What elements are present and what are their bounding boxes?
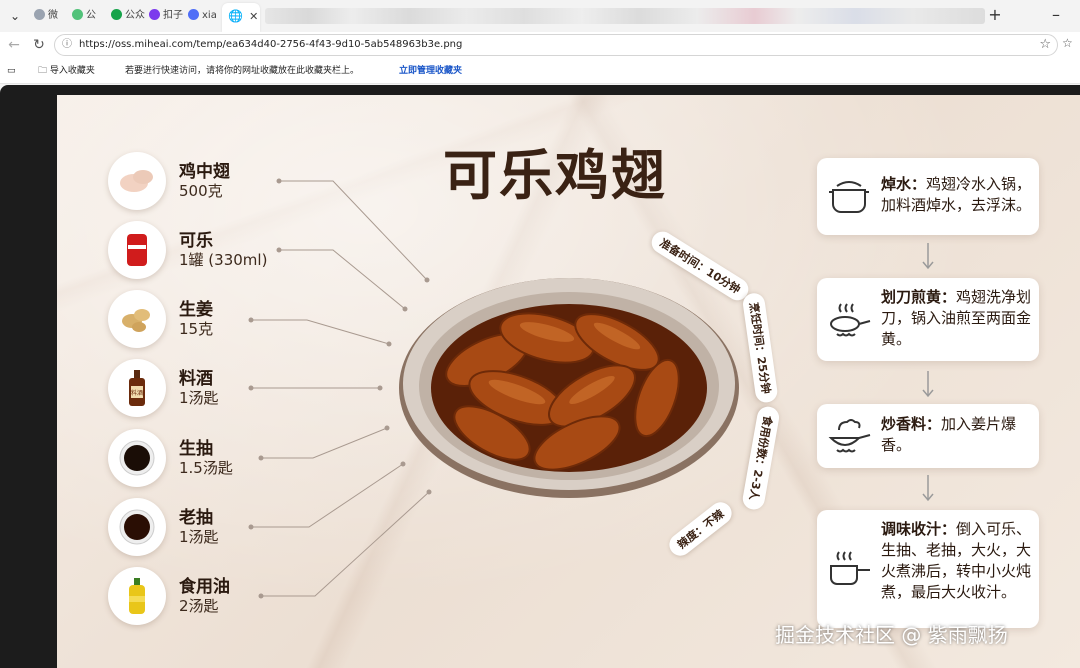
- tab-bar: ⌄ 微 公 公众 扣子 xia 🌐 ✕ + –: [0, 0, 1080, 32]
- address-bar: ← ↻ ⓘ https://oss.miheai.com/temp/ea634d…: [0, 32, 1080, 59]
- tab-2[interactable]: 公: [72, 5, 106, 27]
- ingredient-cooking-oil: 食用油 2汤匙: [108, 567, 348, 627]
- page-viewport: 可乐鸡翅 鸡中翅 500克 可乐 1罐 (330ml) 生姜 15克 料酒 料酒…: [0, 85, 1080, 668]
- tab-favicon: [149, 9, 160, 20]
- favorite-star-icon[interactable]: ☆: [1039, 37, 1051, 53]
- ingredient-ginger: 生姜 15克: [108, 290, 348, 350]
- ingredient-cola: 可乐 1罐 (330ml): [108, 221, 348, 281]
- ingredient-cooking-wine: 料酒 料酒 1汤匙: [108, 359, 348, 419]
- step-season-and-reduce: 调味收汁：倒入可乐、生抽、老抽，大火，大火煮沸后，转中小火炖煮，最后大火收汁。: [817, 510, 1039, 628]
- tab-favicon: [188, 9, 199, 20]
- url-input[interactable]: ⓘ https://oss.miheai.com/temp/ea634d40-2…: [54, 34, 1058, 56]
- new-tab-button[interactable]: +: [983, 4, 1007, 28]
- search-icon: [34, 9, 45, 20]
- tab-favicon: [111, 9, 122, 20]
- tab-3[interactable]: 公众: [111, 5, 145, 27]
- wok-icon: [828, 419, 871, 453]
- pot-icon: [829, 181, 869, 213]
- cola-can-icon: [127, 234, 147, 266]
- tab-1[interactable]: 微: [34, 5, 66, 27]
- bookmarks-hint: 若要进行快速访问，请将你的网址收藏放在此收藏夹栏上。: [125, 66, 360, 76]
- light-soy-sauce-icon: [119, 440, 155, 476]
- saucepan-icon: [830, 551, 870, 585]
- favorites-icon[interactable]: ☆: [1062, 36, 1073, 50]
- step-stir-fry-spices: 炒香料：加入姜片爆香。: [817, 404, 1039, 468]
- ingredient-light-soy-sauce: 生抽 1.5汤匙: [108, 429, 348, 489]
- chicken-wing-icon: [120, 170, 153, 192]
- chicken-wings-plate: [399, 278, 739, 498]
- manage-favorites-link[interactable]: 立即管理收藏夹: [399, 65, 462, 78]
- dark-soy-sauce-icon: [119, 509, 155, 545]
- tab-4[interactable]: 扣子: [149, 5, 183, 27]
- step-arrow-icon: [922, 475, 934, 502]
- ingredient-dark-soy-sauce: 老抽 1汤匙: [108, 498, 348, 558]
- step-arrow-icon: [922, 243, 934, 270]
- frying-pan-icon: [830, 303, 871, 337]
- import-favorites-button[interactable]: 🗀 导入收藏夹: [38, 65, 95, 78]
- back-button[interactable]: ←: [4, 35, 24, 55]
- oil-bottle-icon: [129, 578, 145, 614]
- tab-actions-menu-icon[interactable]: ⌄: [6, 7, 24, 25]
- minimize-button[interactable]: –: [1044, 4, 1068, 28]
- tab-active[interactable]: 🌐 ✕: [222, 3, 260, 32]
- step-blanch: 焯水：鸡翅冷水入锅，加料酒焯水，去浮沫。: [817, 158, 1039, 235]
- folder-icon: 🗀: [38, 66, 50, 76]
- step-arrow-icon: [922, 371, 934, 398]
- url-text: https://oss.miheai.com/temp/ea634d40-275…: [79, 39, 463, 50]
- ingredient-chicken-wings: 鸡中翅 500克: [108, 152, 348, 212]
- site-info-icon[interactable]: ⓘ: [62, 39, 74, 51]
- blurred-tabs: [265, 8, 985, 24]
- refresh-button[interactable]: ↻: [29, 35, 49, 55]
- reading-mode-icon[interactable]: ▭: [7, 65, 16, 78]
- step-score-and-fry: 划刀煎黄：鸡翅洗净划刀，锅入油煎至两面金黄。: [817, 278, 1039, 361]
- tab-favicon: [72, 9, 83, 20]
- ginger-icon: [122, 309, 150, 332]
- tab-5[interactable]: xia: [188, 5, 222, 27]
- recipe-poster-image: 可乐鸡翅 鸡中翅 500克 可乐 1罐 (330ml) 生姜 15克 料酒 料酒…: [57, 95, 1080, 668]
- globe-icon: 🌐: [228, 9, 243, 23]
- watermark: 掘金技术社区 @ 紫雨飘扬: [775, 623, 1008, 647]
- svg-text:料酒: 料酒: [131, 389, 143, 397]
- cooking-wine-bottle-icon: 料酒: [129, 370, 145, 406]
- bookmarks-bar: ▭ 🗀 导入收藏夹 若要进行快速访问，请将你的网址收藏放在此收藏夹栏上。 立即管…: [0, 59, 1080, 84]
- close-tab-icon[interactable]: ✕: [249, 10, 258, 23]
